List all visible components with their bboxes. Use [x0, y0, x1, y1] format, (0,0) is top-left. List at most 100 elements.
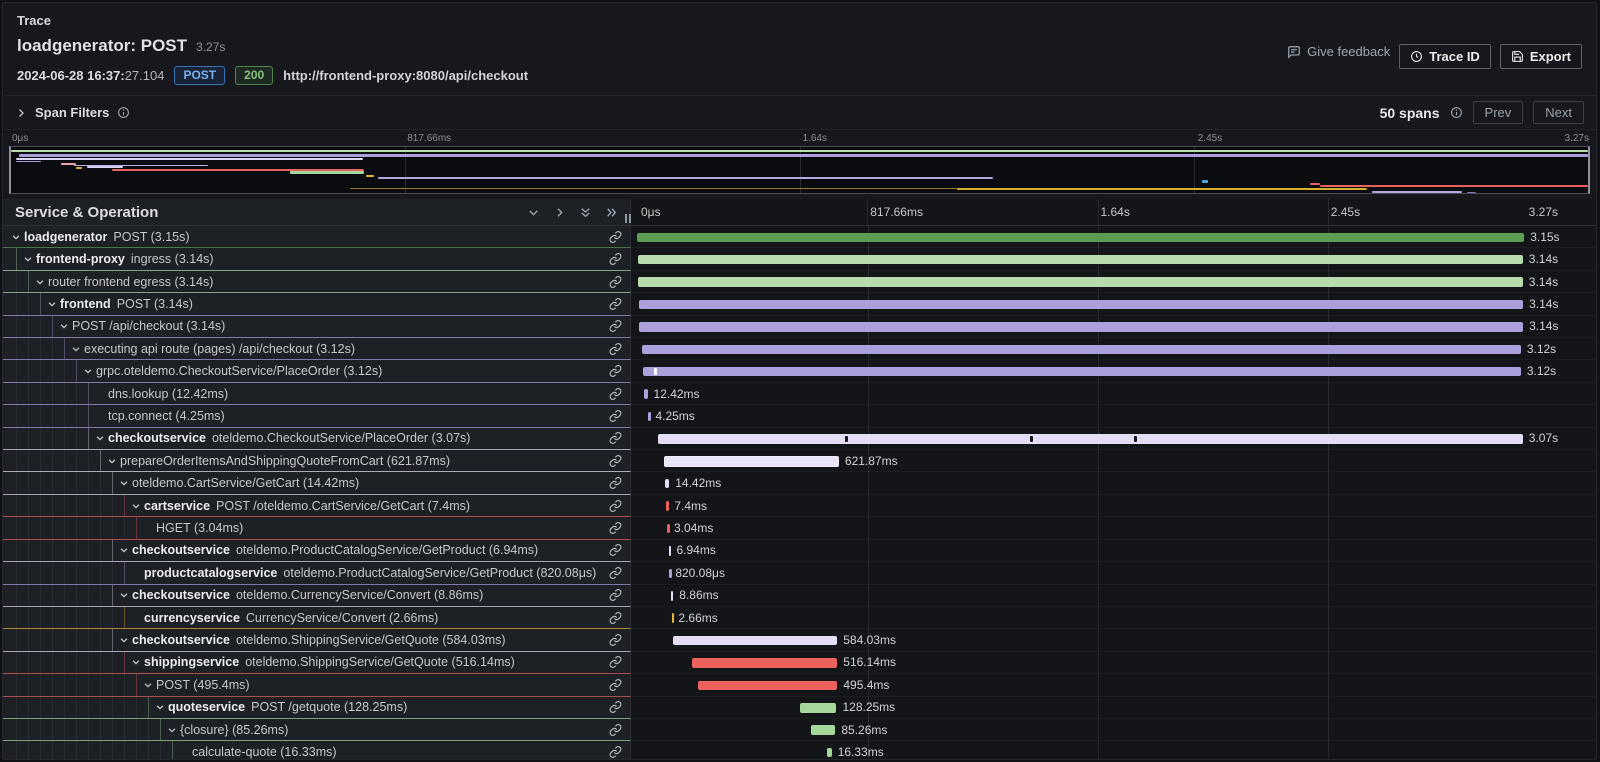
- span-bar[interactable]: [637, 233, 1524, 243]
- link-icon[interactable]: [609, 342, 622, 355]
- chevron-down-icon[interactable]: [143, 680, 153, 690]
- span-bar[interactable]: [811, 725, 835, 735]
- span-bar[interactable]: [639, 322, 1523, 332]
- span-row[interactable]: calculate-quote (16.33ms)16.33ms: [3, 741, 1596, 759]
- link-icon[interactable]: [609, 521, 622, 534]
- link-icon[interactable]: [609, 678, 622, 691]
- link-icon[interactable]: [609, 409, 622, 422]
- span-bar[interactable]: [638, 277, 1522, 287]
- chevron-down-icon[interactable]: [131, 501, 141, 511]
- span-row[interactable]: frontendPOST (3.14s)3.14s: [3, 293, 1596, 315]
- span-bar[interactable]: [672, 613, 675, 623]
- link-icon[interactable]: [609, 253, 622, 266]
- span-row[interactable]: loadgeneratorPOST (3.15s)3.15s: [3, 226, 1596, 248]
- span-bar[interactable]: [638, 255, 1522, 265]
- link-icon[interactable]: [609, 275, 622, 288]
- chevron-down-icon[interactable]: [83, 366, 93, 376]
- chevron-down-icon[interactable]: [47, 299, 57, 309]
- column-resize-handle[interactable]: [625, 214, 631, 223]
- span-bar[interactable]: [666, 501, 669, 511]
- span-bar[interactable]: [665, 479, 669, 489]
- link-icon[interactable]: [609, 611, 622, 624]
- span-row[interactable]: frontend-proxyingress (3.14s)3.14s: [3, 248, 1596, 270]
- link-icon[interactable]: [609, 723, 622, 736]
- link-icon[interactable]: [609, 387, 622, 400]
- span-row[interactable]: dns.lookup (12.42ms)12.42ms: [3, 383, 1596, 405]
- span-row[interactable]: prepareOrderItemsAndShippingQuoteFromCar…: [3, 450, 1596, 472]
- link-icon[interactable]: [609, 544, 622, 557]
- span-row[interactable]: checkoutserviceoteldemo.ProductCatalogSe…: [3, 540, 1596, 562]
- chevron-down-icon[interactable]: [59, 321, 69, 331]
- link-icon[interactable]: [609, 365, 622, 378]
- export-button[interactable]: Export: [1500, 44, 1582, 69]
- trace-id-button[interactable]: Trace ID: [1399, 44, 1491, 69]
- span-row[interactable]: shippingserviceoteldemo.ShippingService/…: [3, 652, 1596, 674]
- expand-all-icon[interactable]: [605, 206, 618, 219]
- span-bar[interactable]: [643, 367, 1521, 377]
- span-row[interactable]: grpc.oteldemo.CheckoutService/PlaceOrder…: [3, 360, 1596, 382]
- link-icon[interactable]: [609, 297, 622, 310]
- span-bar[interactable]: [669, 569, 672, 579]
- chevron-down-icon[interactable]: [119, 478, 129, 488]
- link-icon[interactable]: [609, 589, 622, 602]
- span-bar[interactable]: [644, 389, 647, 399]
- trace-minimap[interactable]: 0μs817.66ms1.64s2.45s3.27s: [3, 130, 1596, 194]
- span-bar[interactable]: [658, 434, 1523, 444]
- link-icon[interactable]: [609, 432, 622, 445]
- collapse-all-icon[interactable]: [579, 206, 592, 219]
- collapse-one-icon[interactable]: [527, 206, 540, 219]
- chevron-down-icon[interactable]: [167, 725, 177, 735]
- link-icon[interactable]: [609, 746, 622, 759]
- chevron-down-icon[interactable]: [155, 702, 165, 712]
- span-row[interactable]: HGET (3.04ms)3.04ms: [3, 517, 1596, 539]
- span-bar[interactable]: [800, 703, 836, 713]
- chevron-down-icon[interactable]: [119, 545, 129, 555]
- span-bar[interactable]: [648, 412, 651, 422]
- span-row[interactable]: checkoutserviceoteldemo.ShippingService/…: [3, 629, 1596, 651]
- span-row[interactable]: checkoutserviceoteldemo.CurrencyService/…: [3, 585, 1596, 607]
- link-icon[interactable]: [609, 656, 622, 669]
- next-button[interactable]: Next: [1533, 101, 1584, 124]
- span-bar[interactable]: [669, 546, 672, 556]
- span-bar[interactable]: [667, 524, 670, 534]
- link-icon[interactable]: [609, 320, 622, 333]
- span-bar[interactable]: [827, 748, 832, 758]
- link-icon[interactable]: [609, 499, 622, 512]
- span-row[interactable]: POST (495.4ms)495.4ms: [3, 674, 1596, 696]
- span-row[interactable]: cartservicePOST /oteldemo.CartService/Ge…: [3, 495, 1596, 517]
- minimap-canvas[interactable]: [9, 146, 1590, 194]
- span-row[interactable]: quoteservicePOST /getquote (128.25ms)128…: [3, 697, 1596, 719]
- chevron-down-icon[interactable]: [107, 456, 117, 466]
- span-filters-toggle[interactable]: Span Filters: [15, 105, 130, 120]
- span-bar[interactable]: [673, 636, 837, 646]
- give-feedback-button[interactable]: Give feedback: [1287, 44, 1390, 59]
- chevron-down-icon[interactable]: [131, 657, 141, 667]
- span-bar[interactable]: [664, 456, 839, 467]
- span-bar[interactable]: [692, 658, 837, 668]
- span-row[interactable]: currencyserviceCurrencyService/Convert (…: [3, 607, 1596, 629]
- span-bar[interactable]: [639, 300, 1523, 310]
- chevron-down-icon[interactable]: [11, 232, 21, 242]
- span-bar[interactable]: [671, 591, 674, 601]
- chevron-down-icon[interactable]: [119, 635, 129, 645]
- link-icon[interactable]: [609, 634, 622, 647]
- span-row[interactable]: checkoutserviceoteldemo.CheckoutService/…: [3, 428, 1596, 450]
- span-bar[interactable]: [698, 681, 838, 691]
- span-row[interactable]: tcp.connect (4.25ms)4.25ms: [3, 405, 1596, 427]
- span-bar[interactable]: [642, 345, 1521, 355]
- span-row[interactable]: oteldemo.CartService/GetCart (14.42ms)14…: [3, 472, 1596, 494]
- link-icon[interactable]: [609, 477, 622, 490]
- prev-button[interactable]: Prev: [1473, 101, 1524, 124]
- span-row[interactable]: router frontend egress (3.14s)3.14s: [3, 271, 1596, 293]
- expand-one-icon[interactable]: [553, 206, 566, 219]
- span-row[interactable]: productcatalogserviceoteldemo.ProductCat…: [3, 562, 1596, 584]
- link-icon[interactable]: [609, 454, 622, 467]
- span-row[interactable]: executing api route (pages) /api/checkou…: [3, 338, 1596, 360]
- chevron-down-icon[interactable]: [23, 254, 33, 264]
- link-icon[interactable]: [609, 566, 622, 579]
- chevron-down-icon[interactable]: [119, 590, 129, 600]
- link-icon[interactable]: [609, 701, 622, 714]
- chevron-down-icon[interactable]: [71, 344, 81, 354]
- span-row[interactable]: POST /api/checkout (3.14s)3.14s: [3, 316, 1596, 338]
- chevron-down-icon[interactable]: [95, 433, 105, 443]
